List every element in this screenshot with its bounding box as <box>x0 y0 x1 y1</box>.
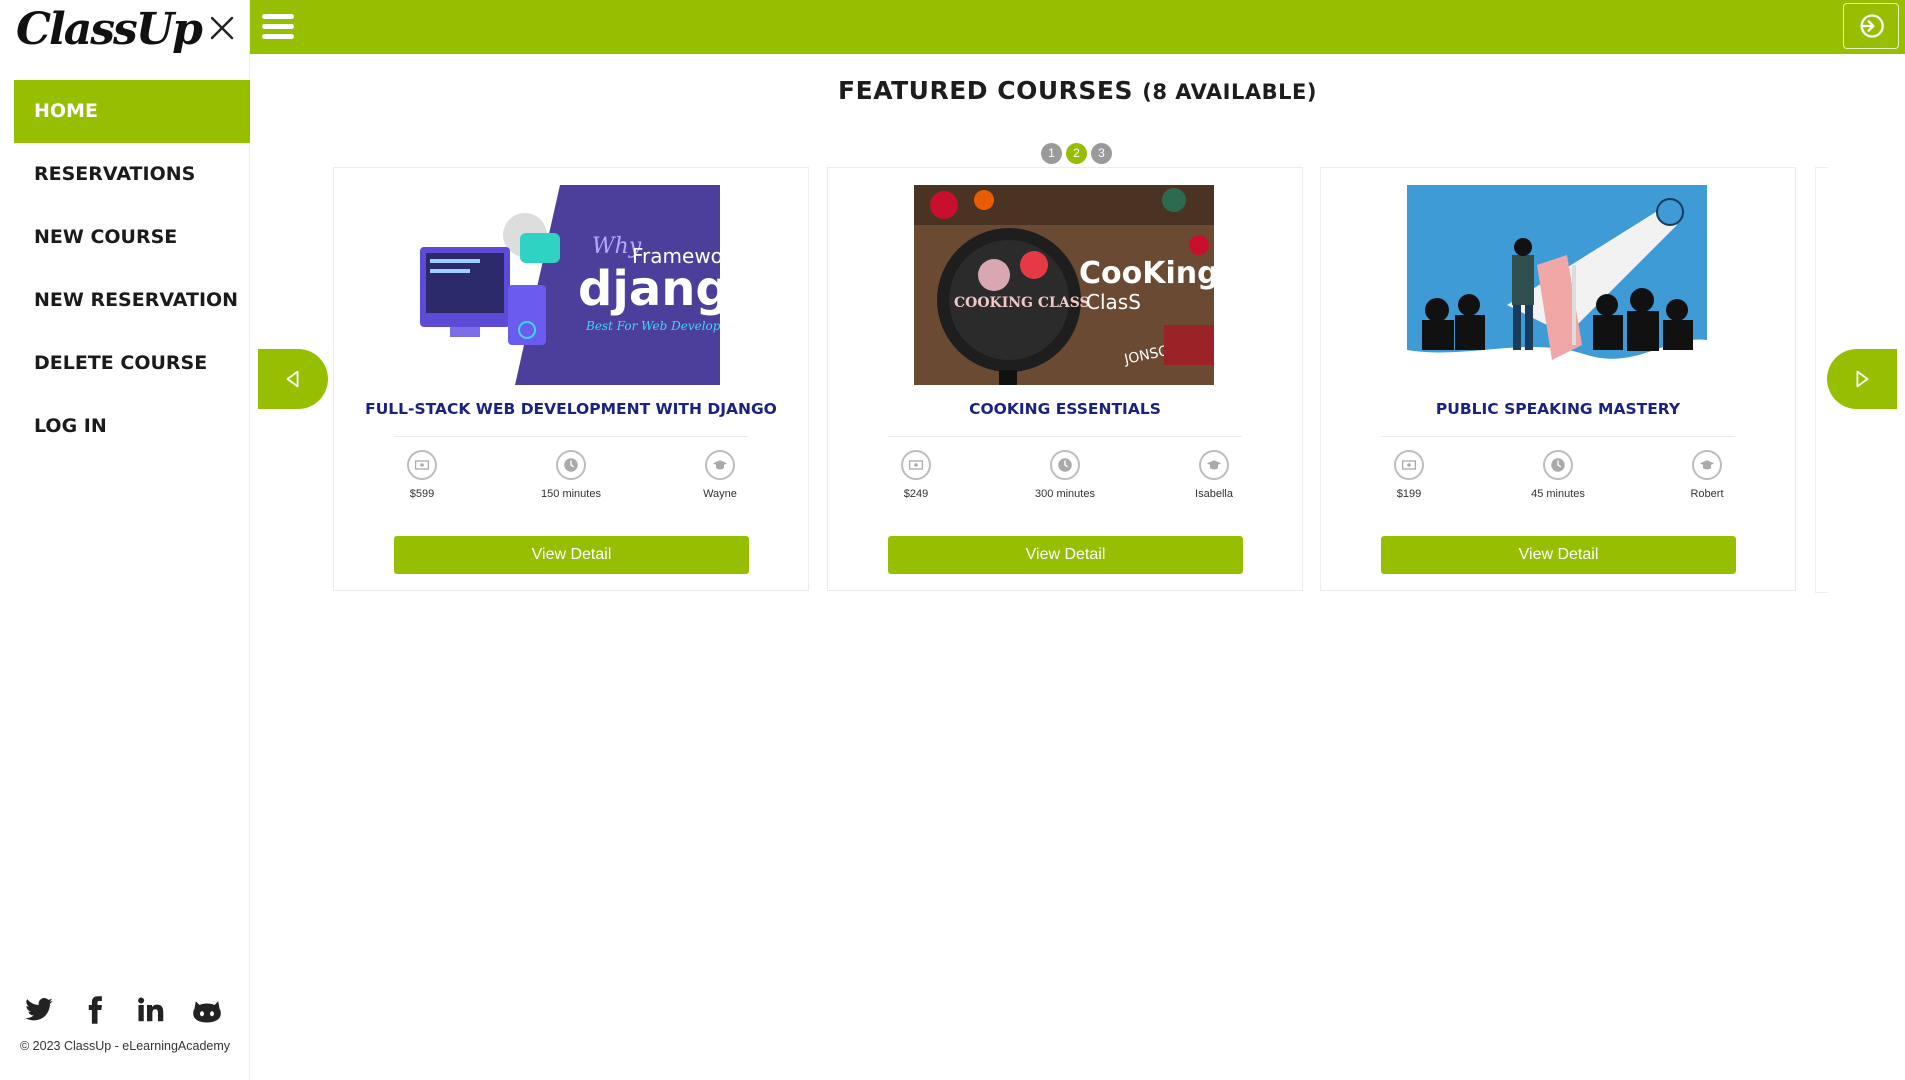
carousel-next-button[interactable] <box>1827 349 1897 409</box>
carousel-page-2[interactable]: 2 <box>1066 143 1087 164</box>
available-count: (8 AVAILABLE) <box>1142 80 1317 104</box>
hamburger-line <box>262 24 294 29</box>
money-icon <box>407 450 437 480</box>
divider <box>1381 436 1735 437</box>
duration-value: 300 minutes <box>1035 488 1095 500</box>
carousel-page-3[interactable]: 3 <box>1091 143 1112 164</box>
carousel-prev-button[interactable] <box>258 349 328 409</box>
course-image-cooking: COOKING CLASS CooKing ClasS JONSON <box>914 185 1214 385</box>
course-title[interactable]: FULL-STACK WEB DEVELOPMENT WITH DJANGO <box>334 400 808 418</box>
divider <box>888 436 1242 437</box>
social-links <box>24 995 222 1025</box>
sidebar-item-delete-course[interactable]: DELETE COURSE <box>14 332 250 395</box>
graduation-cap-icon <box>705 450 735 480</box>
linkedin-icon[interactable] <box>136 995 166 1025</box>
instructor-value: Robert <box>1690 488 1724 500</box>
divider <box>394 436 748 437</box>
close-icon <box>210 16 234 40</box>
course-duration: 150 minutes <box>511 450 631 500</box>
instructor-value: Wayne <box>703 488 737 500</box>
sidebar: ClassUp HOME RESERVATIONS NEW COURSE NEW… <box>0 0 250 1080</box>
sidebar-item-log-in[interactable]: LOG IN <box>14 395 250 458</box>
view-detail-button[interactable]: View Detail <box>888 536 1243 574</box>
brand-logo[interactable]: ClassUp <box>16 4 203 55</box>
price-value: $599 <box>409 488 435 500</box>
svg-text:djang: djang <box>578 261 720 317</box>
triangle-right-icon <box>1856 370 1869 388</box>
svg-text:COOKING CLASS: COOKING CLASS <box>954 295 1090 311</box>
page-title-text: FEATURED COURSES <box>838 76 1133 105</box>
money-icon <box>1394 450 1424 480</box>
course-title[interactable]: PUBLIC SPEAKING MASTERY <box>1321 400 1795 418</box>
svg-text:ClasS: ClasS <box>1086 290 1141 314</box>
graduation-cap-icon <box>1199 450 1229 480</box>
sidebar-item-home[interactable]: HOME <box>14 80 250 143</box>
clock-icon <box>1543 450 1573 480</box>
price-value: $199 <box>1396 488 1422 500</box>
course-instructor: Robert <box>1647 450 1767 500</box>
view-detail-button[interactable]: View Detail <box>394 536 749 574</box>
clock-icon <box>1050 450 1080 480</box>
carousel-page-1[interactable]: 1 <box>1041 143 1062 164</box>
svg-text:CooKing: CooKing <box>1079 256 1214 291</box>
course-price: $599 <box>362 450 482 500</box>
money-icon <box>901 450 931 480</box>
hamburger-line <box>262 34 294 39</box>
course-price: $249 <box>856 450 976 500</box>
course-image-public-speaking <box>1407 185 1707 385</box>
course-instructor: Wayne <box>660 450 780 500</box>
top-bar <box>250 0 1905 54</box>
carousel-pagination: 1 2 3 <box>1041 143 1112 164</box>
course-card: COOKING CLASS CooKing ClasS JONSON COOKI… <box>827 167 1303 591</box>
sidebar-item-reservations[interactable]: RESERVATIONS <box>14 143 250 206</box>
page-title: FEATURED COURSES (8 AVAILABLE) <box>250 76 1905 105</box>
twitter-icon[interactable] <box>24 995 54 1025</box>
sidebar-item-new-course[interactable]: NEW COURSE <box>14 206 250 269</box>
instructor-value: Isabella <box>1195 488 1233 500</box>
price-value: $249 <box>903 488 929 500</box>
duration-value: 150 minutes <box>541 488 601 500</box>
login-button[interactable] <box>1843 3 1899 49</box>
course-duration: 45 minutes <box>1498 450 1618 500</box>
graduation-cap-icon <box>1692 450 1722 480</box>
menu-toggle-button[interactable] <box>262 14 294 40</box>
svg-text:Best For Web Develop: Best For Web Develop <box>585 319 720 333</box>
course-card: PUBLIC SPEAKING MASTERY $199 45 minutes … <box>1320 167 1796 591</box>
close-sidebar-button[interactable] <box>206 12 238 44</box>
copyright-text: © 2023 ClassUp - eLearningAcademy <box>20 1039 231 1053</box>
sidebar-item-new-reservation[interactable]: NEW RESERVATION <box>14 269 250 332</box>
clock-icon <box>556 450 586 480</box>
view-detail-button[interactable]: View Detail <box>1381 536 1736 574</box>
hamburger-line <box>262 14 294 19</box>
sidebar-nav: HOME RESERVATIONS NEW COURSE NEW RESERVA… <box>14 80 250 458</box>
duration-value: 45 minutes <box>1531 488 1585 500</box>
course-card: Why Framewo djang Best For Web Develop F… <box>333 167 809 591</box>
course-instructor: Isabella <box>1154 450 1274 500</box>
facebook-icon[interactable] <box>80 995 110 1025</box>
github-icon[interactable] <box>192 995 222 1025</box>
triangle-left-icon <box>286 370 299 388</box>
course-duration: 300 minutes <box>1005 450 1125 500</box>
course-price: $199 <box>1349 450 1469 500</box>
course-title[interactable]: COOKING ESSENTIALS <box>828 400 1302 418</box>
next-card-peek <box>1815 167 1828 593</box>
login-icon <box>1860 14 1884 38</box>
course-image-django: Why Framewo djang Best For Web Develop <box>420 185 720 385</box>
